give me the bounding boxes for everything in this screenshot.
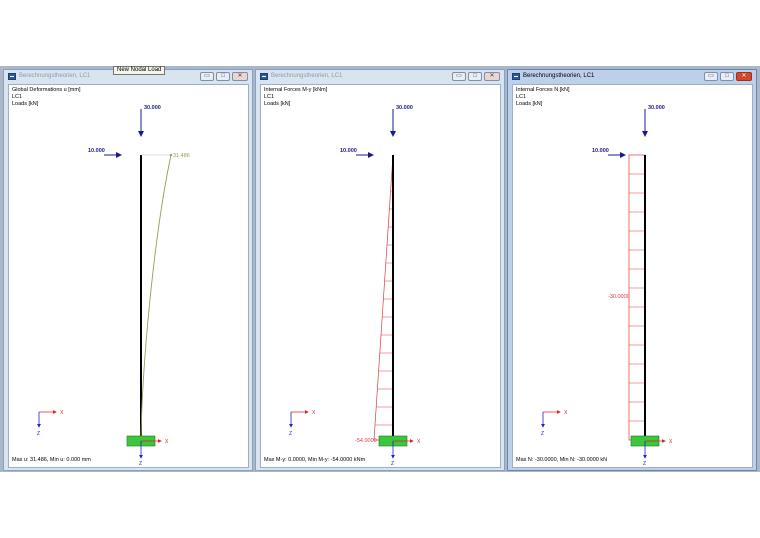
structure-diagram: -30.0000 30.000 10.000 X Z X Z xyxy=(541,105,673,467)
horizontal-load-value: 10.000 xyxy=(88,148,105,154)
window-title: Berechnungstheorien, LC1 xyxy=(271,73,343,79)
window-titlebar[interactable]: Berechnungstheorien, LC1 ▭ □ ✕ xyxy=(256,70,504,83)
window-title: Berechnungstheorien, LC1 xyxy=(523,73,595,79)
global-x-label: X xyxy=(564,410,568,416)
normal-force-value: -30.0000 xyxy=(608,294,630,300)
horizontal-load-value: 10.000 xyxy=(592,148,609,154)
app-icon xyxy=(8,73,16,80)
global-z-label: Z xyxy=(37,431,40,437)
result-summary: Max M-y: 0.0000, Min M-y: -54.0000 kNm xyxy=(264,457,366,463)
normal-force-hatching xyxy=(629,173,645,422)
load-units: Loads [kN] xyxy=(264,101,291,107)
load-units: Loads [kN] xyxy=(12,101,39,107)
normal-force-diagram xyxy=(628,154,646,441)
result-type: Internal Forces N [kN] xyxy=(516,87,570,93)
window-title: Berechnungstheorien, LC1 xyxy=(19,73,91,79)
global-x-label: X xyxy=(312,410,316,416)
deformed-shape xyxy=(140,154,172,441)
maximize-button[interactable]: □ xyxy=(216,72,230,81)
window-normal-force[interactable]: Berechnungstheorien, LC1 ▭ □ ✕ -30.0000 … xyxy=(507,69,757,471)
close-button[interactable]: ✕ xyxy=(736,72,752,81)
app-icon xyxy=(512,73,520,80)
vertical-load-value: 30.000 xyxy=(144,105,161,111)
close-button[interactable]: ✕ xyxy=(484,72,500,81)
result-info: Internal Forces N [kN] LC1 Loads [kN] xyxy=(516,87,570,108)
load-units: Loads [kN] xyxy=(516,101,543,107)
result-summary: Max u: 31.486, Min u: 0.000 mm xyxy=(12,457,91,463)
load-case: LC1 xyxy=(12,94,23,100)
minimize-button[interactable]: ▭ xyxy=(452,72,466,81)
minimize-button[interactable]: ▭ xyxy=(200,72,214,81)
result-type: Internal Forces M-y [kNm] xyxy=(264,87,328,93)
vertical-load-value: 30.000 xyxy=(396,105,413,111)
local-x-label: X xyxy=(165,439,169,445)
local-x-label: X xyxy=(417,439,421,445)
moment-diagram xyxy=(373,154,394,441)
vertical-load-value: 30.000 xyxy=(648,105,665,111)
maximize-button[interactable]: □ xyxy=(720,72,734,81)
graphics-area[interactable]: -30.0000 30.000 10.000 X Z X Z Internal … xyxy=(512,84,753,468)
close-button[interactable]: ✕ xyxy=(232,72,248,81)
result-info: Global Deformations u [mm] LC1 Loads [kN… xyxy=(12,87,80,108)
graphics-area[interactable]: 31.486 30.000 10.000 X Z X Z Global Defo… xyxy=(8,84,249,468)
deformation-node xyxy=(169,153,173,157)
tooltip: New Nodal Load xyxy=(113,66,166,75)
global-z-label: Z xyxy=(541,431,544,437)
result-summary: Max N: -30.0000, Min N: -30.0000 kN xyxy=(516,457,608,463)
maximize-button[interactable]: □ xyxy=(468,72,482,81)
app-icon xyxy=(260,73,268,80)
deformation-value: 31.486 xyxy=(173,153,190,159)
load-case: LC1 xyxy=(264,94,275,100)
minimize-button[interactable]: ▭ xyxy=(704,72,718,81)
local-x-label: X xyxy=(669,439,673,445)
structure-diagram: 31.486 30.000 10.000 X Z X Z xyxy=(37,105,190,467)
window-deformations[interactable]: Berechnungstheorien, LC1 ▭ □ ✕ 31.486 30… xyxy=(3,69,253,471)
local-z-label: Z xyxy=(391,461,394,467)
global-z-label: Z xyxy=(289,431,292,437)
result-info: Internal Forces M-y [kNm] LC1 Loads [kN] xyxy=(264,87,327,108)
result-type: Global Deformations u [mm] xyxy=(12,87,81,93)
window-moment[interactable]: Berechnungstheorien, LC1 ▭ □ ✕ -54.0000 … xyxy=(255,69,505,471)
horizontal-load-value: 10.000 xyxy=(340,148,357,154)
graphics-area[interactable]: -54.0000 30.000 10.000 X Z X Z Internal … xyxy=(260,84,501,468)
load-case: LC1 xyxy=(516,94,527,100)
moment-value: -54.0000 xyxy=(355,438,377,444)
local-z-label: Z xyxy=(139,461,142,467)
local-z-label: Z xyxy=(643,461,646,467)
structure-diagram: -54.0000 30.000 10.000 X Z X Z xyxy=(289,105,421,467)
global-x-label: X xyxy=(60,410,64,416)
window-titlebar[interactable]: Berechnungstheorien, LC1 ▭ □ ✕ xyxy=(508,70,756,83)
